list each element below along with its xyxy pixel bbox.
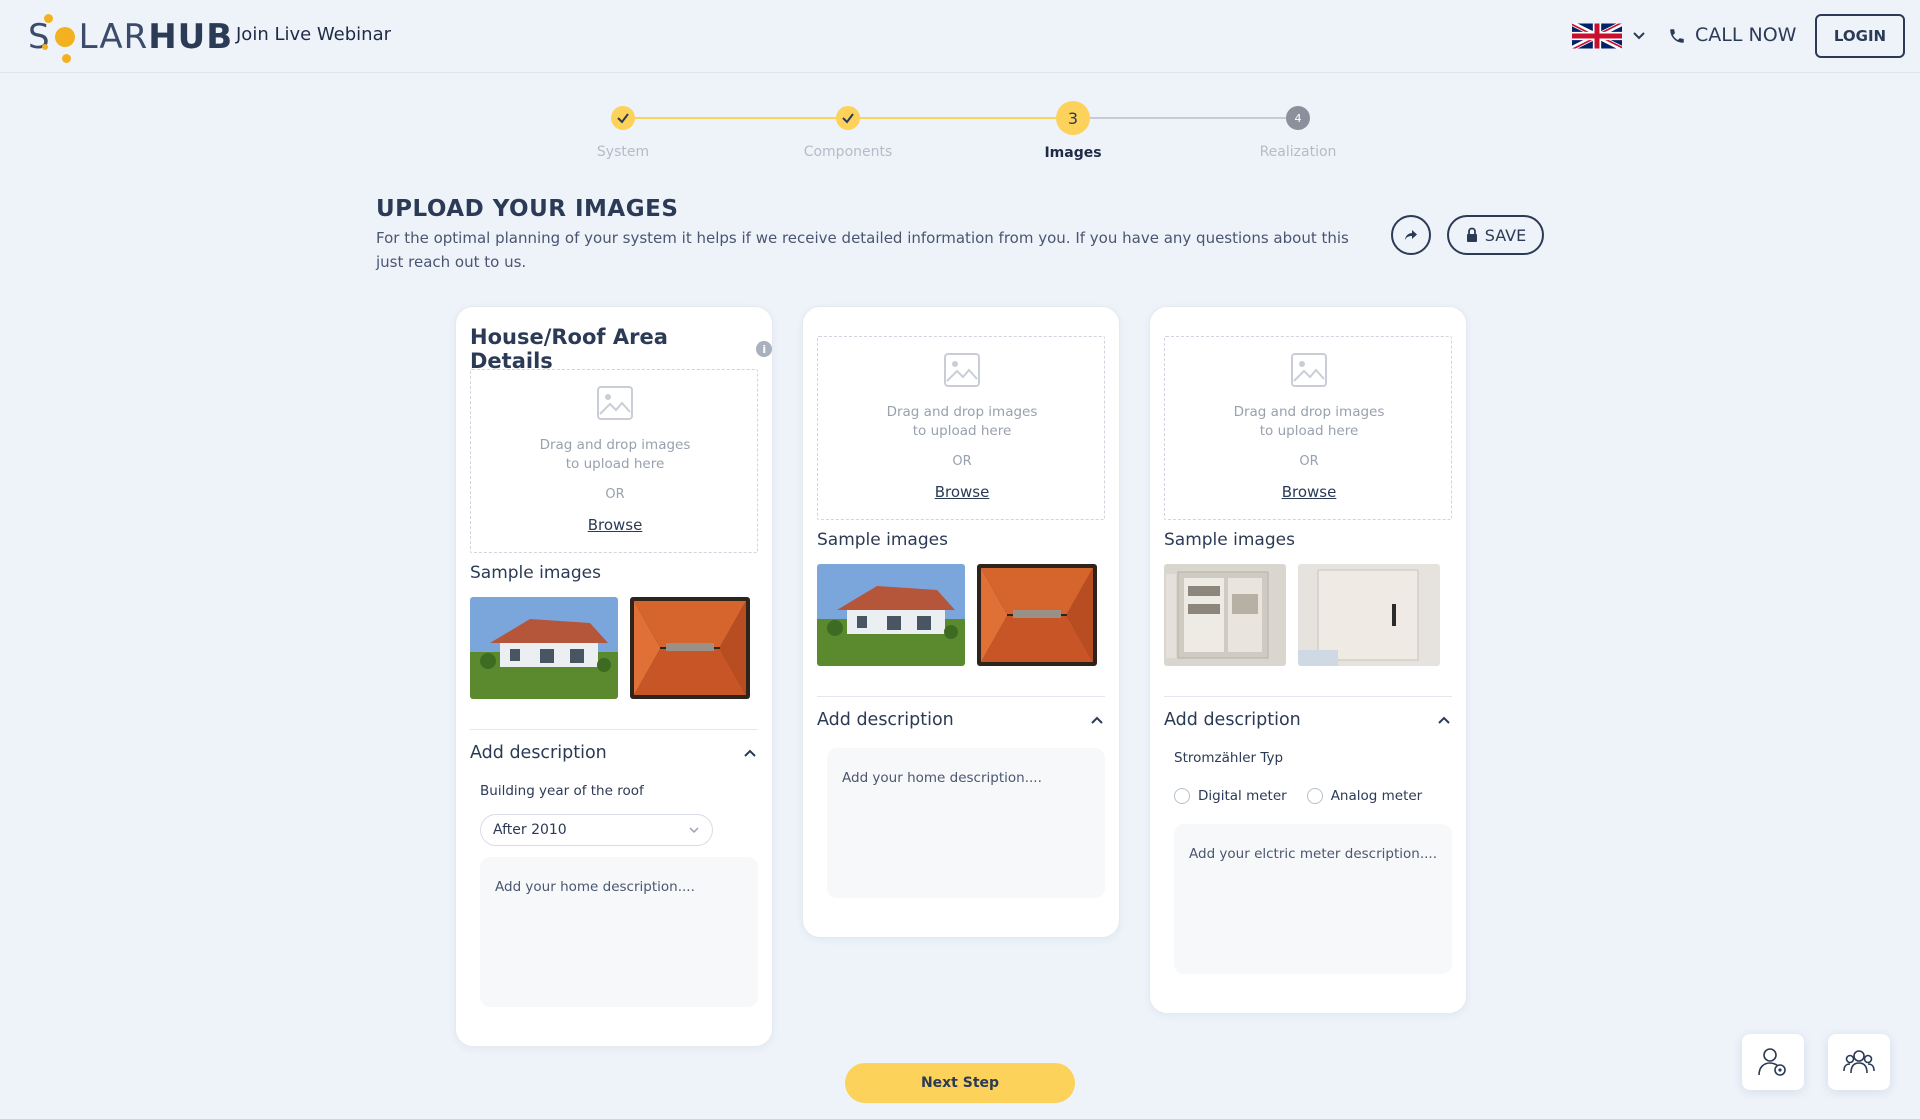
join-webinar-link[interactable]: Join Live Webinar (236, 24, 391, 45)
next-step-button[interactable]: Next Step (845, 1063, 1075, 1103)
save-button[interactable]: SAVE (1447, 215, 1544, 255)
add-description-toggle[interactable]: Add description (470, 743, 758, 763)
divider (470, 729, 758, 730)
step-system[interactable]: System (543, 100, 703, 160)
page-title: UPLOAD YOUR IMAGES (376, 196, 679, 222)
dropzone-or: OR (1299, 454, 1319, 469)
dropzone-or: OR (952, 454, 972, 469)
dropzone-text: Drag and drop images to upload here (539, 437, 691, 472)
building-year-select[interactable]: After 2010 (480, 814, 713, 846)
image-dropzone[interactable]: Drag and drop images to upload here OR B… (470, 369, 758, 553)
user-settings-icon (1758, 1048, 1786, 1076)
user-support-button[interactable] (1742, 1034, 1804, 1090)
textarea-placeholder: Add your home description.... (495, 879, 695, 895)
step-label: Realization (1259, 144, 1337, 160)
card-house-2: Drag and drop images to upload here OR B… (802, 306, 1120, 938)
step-images[interactable]: 3 Images (993, 100, 1153, 161)
browse-link[interactable]: Browse (818, 483, 1106, 501)
add-description-label: Add description (470, 743, 607, 763)
login-button[interactable]: LOGIN (1815, 14, 1905, 58)
sample-images-title: Sample images (470, 563, 601, 583)
add-description-toggle[interactable]: Add description (1164, 710, 1452, 730)
home-description-textarea[interactable]: Add your home description.... (827, 748, 1105, 898)
sample-image-meter-cabinet-closed[interactable] (1298, 564, 1440, 666)
add-description-label: Add description (817, 710, 954, 730)
image-dropzone[interactable]: Drag and drop images to upload here OR B… (817, 336, 1105, 520)
call-now-link[interactable]: CALL NOW (1695, 24, 1796, 46)
logo-hub: HUB (148, 17, 234, 57)
select-value: After 2010 (493, 822, 567, 838)
card-title: House/Roof Area Details i (470, 325, 772, 373)
check-icon (611, 106, 635, 130)
uk-flag-icon[interactable] (1572, 23, 1622, 49)
top-header: S LAR HUB Join Live Webinar CALL NOW LOG… (0, 0, 1920, 73)
radio-circle[interactable] (1174, 788, 1190, 804)
card-house-roof: House/Roof Area Details i Drag and drop … (455, 306, 773, 1047)
sample-image-house[interactable] (817, 564, 965, 666)
step-number-4: 4 (1286, 106, 1310, 130)
logo-letter-s: S (28, 17, 51, 57)
community-button[interactable] (1828, 1034, 1890, 1090)
sample-images-title: Sample images (1164, 530, 1295, 550)
phone-icon[interactable] (1668, 26, 1686, 46)
chevron-up-icon (1091, 716, 1103, 724)
share-arrow-icon (1405, 230, 1417, 240)
home-description-textarea[interactable]: Add your home description.... (480, 857, 758, 1007)
image-placeholder-icon (1291, 353, 1327, 387)
sample-images-title: Sample images (817, 530, 948, 550)
chevron-down-icon (689, 827, 699, 834)
textarea-placeholder: Add your home description.... (842, 770, 1042, 786)
group-icon (1843, 1050, 1875, 1074)
divider (1164, 696, 1452, 697)
browse-link[interactable]: Browse (1165, 483, 1453, 501)
sample-image-roof[interactable] (630, 597, 750, 699)
step-label: System (596, 144, 650, 160)
building-year-label: Building year of the roof (480, 783, 644, 799)
step-label: Components (803, 144, 893, 160)
progress-stepper: System Components 3 Images 4 Realization (580, 100, 1340, 170)
step-label: Images (1044, 145, 1102, 161)
add-description-label: Add description (1164, 710, 1301, 730)
lock-icon (1466, 227, 1477, 242)
divider (817, 696, 1105, 697)
meter-type-radio-group: Digital meter Analog meter (1174, 788, 1422, 804)
page-subtitle: For the optimal planning of your system … (376, 229, 1349, 271)
share-button[interactable] (1391, 215, 1431, 255)
dropzone-or: OR (605, 487, 625, 502)
info-icon[interactable]: i (756, 341, 772, 357)
textarea-placeholder: Add your elctric meter description.... (1189, 846, 1437, 862)
chevron-up-icon (1438, 716, 1450, 724)
step-components[interactable]: Components (768, 100, 928, 160)
logo-letters-lar: LAR (78, 17, 149, 57)
image-placeholder-icon (597, 386, 633, 420)
step-realization[interactable]: 4 Realization (1218, 100, 1378, 160)
add-description-toggle[interactable]: Add description (817, 710, 1105, 730)
image-dropzone[interactable]: Drag and drop images to upload here OR B… (1164, 336, 1452, 520)
chevron-up-icon (744, 749, 756, 757)
chevron-down-icon[interactable] (1632, 29, 1646, 43)
save-label: SAVE (1484, 225, 1527, 245)
electric-meter-description-textarea[interactable]: Add your elctric meter description.... (1174, 824, 1452, 974)
solarhub-logo[interactable]: S LAR HUB (28, 14, 234, 63)
digital-meter-radio[interactable]: Digital meter (1174, 788, 1287, 804)
dropzone-text: Drag and drop images to upload here (886, 404, 1038, 439)
analog-meter-radio[interactable]: Analog meter (1306, 788, 1423, 804)
sample-image-roof[interactable] (977, 564, 1097, 666)
image-placeholder-icon (944, 353, 980, 387)
sample-image-house[interactable] (470, 597, 618, 699)
browse-link[interactable]: Browse (471, 516, 759, 534)
sun-icon (41, 14, 78, 63)
radio-circle[interactable] (1306, 788, 1323, 804)
meter-type-label: Stromzähler Typ (1174, 750, 1284, 766)
radio-label: Analog meter (1330, 788, 1423, 804)
step-number-3: 3 (1056, 101, 1090, 135)
dropzone-text: Drag and drop images to upload here (1233, 404, 1385, 439)
radio-label: Digital meter (1198, 788, 1287, 804)
card-electric-meter: Drag and drop images to upload here OR B… (1149, 306, 1467, 1014)
sample-image-meter-cabinet-open[interactable] (1164, 564, 1286, 666)
check-icon (836, 106, 860, 130)
